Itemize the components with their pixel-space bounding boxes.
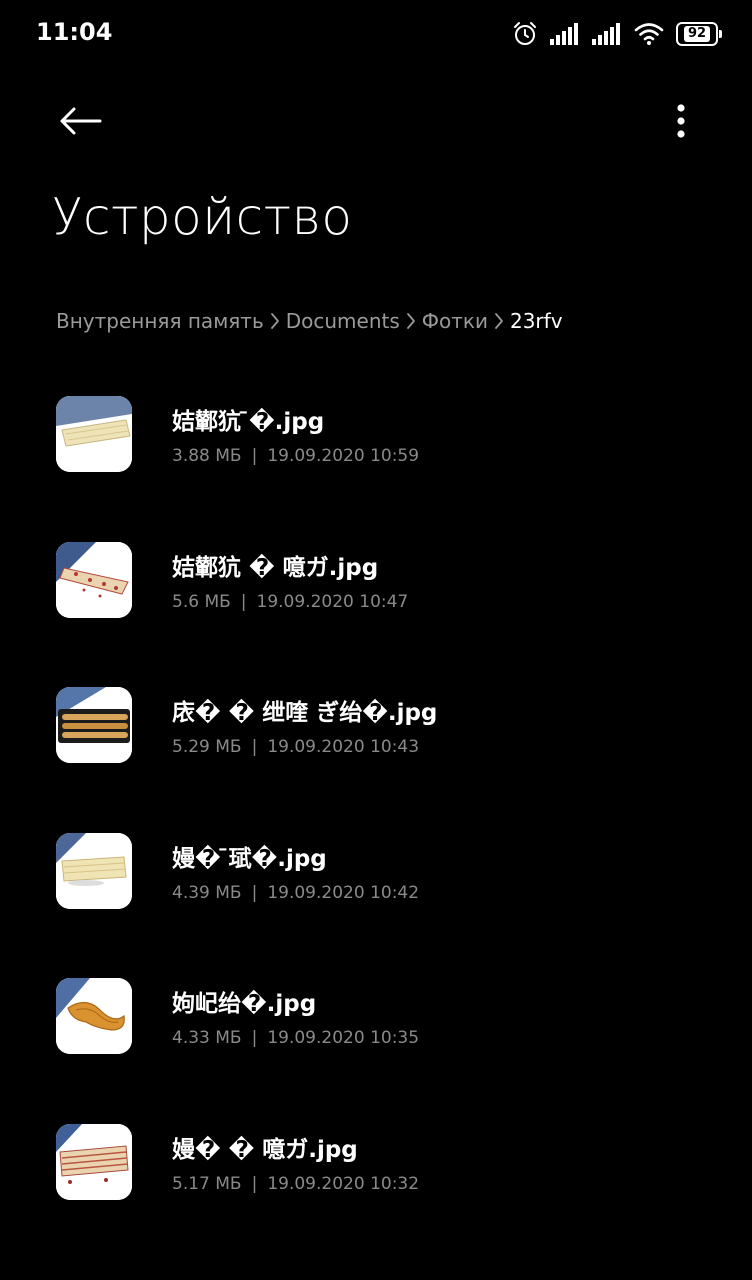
meta-separator: | [251,1028,258,1049]
status-time: 11:04 [36,18,113,46]
signal-icon [550,23,580,45]
file-size: 4.33 МБ [172,1028,242,1049]
file-size: 5.6 МБ [172,591,231,612]
file-date: 19.09.2020 10:47 [256,591,409,612]
file-size: 4.39 МБ [172,882,242,903]
file-list-item[interactable]: 庡� � 绁喹 ぎ绐�.jpg 5.29 МБ | 19.09.2020 10:43 [0,651,752,797]
meta-separator: | [251,737,258,758]
file-date: 19.09.2020 10:42 [267,882,420,903]
meta-separator: | [251,1173,258,1194]
image-thumbnail [56,1123,132,1200]
file-size: 5.29 МБ [172,737,242,758]
breadcrumb: Внутренняя память Documents Фотки 23rfv [56,304,563,338]
page-title: Устройство [52,188,353,246]
chevron-right-icon [270,312,280,330]
breadcrumb-item-current[interactable]: 23rfv [510,309,563,333]
file-date: 19.09.2020 10:43 [267,737,420,758]
meta-separator: | [251,882,258,903]
file-name: 嫚� � 噫ガ.jpg [172,1136,358,1163]
file-name: 庡� � 绁喹 ぎ绐�.jpg [172,700,438,727]
image-thumbnail [56,396,132,472]
wifi-icon [634,22,664,46]
back-button[interactable] [50,98,110,148]
more-options-button[interactable] [666,98,696,148]
file-size: 3.88 МБ [172,446,242,466]
battery-body: 92 [676,22,718,46]
toolbar [0,92,752,154]
file-meta: 5.17 МБ | 19.09.2020 10:32 [172,1174,419,1194]
chevron-right-icon [494,312,504,330]
more-vertical-icon [676,104,686,142]
image-thumbnail [56,687,132,764]
image-thumbnail [56,978,132,1055]
breadcrumb-item-photos[interactable]: Фотки [422,309,488,333]
file-list-item[interactable]: 嫚� � 噫ガ.jpg 5.17 МБ | 19.09.2020 10:32 [0,1088,752,1234]
status-bar: 11:04 92 [0,0,752,68]
file-list-item[interactable]: 嫚� ̄珷�.jpg 4.39 МБ | 19.09.2020 10:42 [0,797,752,943]
breadcrumb-item-internal-storage[interactable]: Внутренняя память [56,309,264,333]
status-icons: 92 [512,18,722,50]
battery-tip [719,30,722,38]
file-name: 姁屺绐�.jpg [172,991,317,1018]
file-list-item[interactable]: 姞鄻犺 ̄�.jpg 3.88 МБ | 19.09.2020 10:59 [0,360,752,506]
file-date: 19.09.2020 10:59 [267,446,420,466]
chevron-right-icon [406,312,416,330]
file-meta: 4.39 МБ | 19.09.2020 10:42 [172,883,419,903]
image-thumbnail [56,832,132,909]
image-thumbnail [56,541,132,618]
breadcrumb-item-documents[interactable]: Documents [286,309,400,333]
screen: 11:04 92 Устройство Внутренняя память Do… [0,0,752,1280]
meta-separator: | [251,446,258,466]
file-date: 19.09.2020 10:32 [267,1173,420,1194]
file-name: 姞鄻犺 � 噫ガ.jpg [172,554,379,581]
signal-icon [592,23,622,45]
meta-separator: | [240,591,247,612]
battery-level: 92 [683,26,711,42]
file-name: 姞鄻犺 ̄�.jpg [172,409,325,435]
file-list: 姞鄻犺 ̄�.jpg 3.88 МБ | 19.09.2020 10:59 姞鄻… [0,360,752,1234]
file-name: 嫚� ̄珷�.jpg [172,845,327,872]
file-meta: 5.29 МБ | 19.09.2020 10:43 [172,737,419,757]
file-date: 19.09.2020 10:35 [267,1028,420,1049]
file-list-item[interactable]: 姞鄻犺 � 噫ガ.jpg 5.6 МБ | 19.09.2020 10:47 [0,506,752,652]
file-meta: 4.33 МБ | 19.09.2020 10:35 [172,1028,419,1048]
arrow-left-icon [58,106,102,140]
file-size: 5.17 МБ [172,1173,242,1194]
file-meta: 3.88 МБ | 19.09.2020 10:59 [172,446,419,466]
battery-icon: 92 [676,22,722,46]
alarm-icon [512,21,538,47]
file-meta: 5.6 МБ | 19.09.2020 10:47 [172,592,408,612]
file-list-item[interactable]: 姁屺绐�.jpg 4.33 МБ | 19.09.2020 10:35 [0,942,752,1088]
